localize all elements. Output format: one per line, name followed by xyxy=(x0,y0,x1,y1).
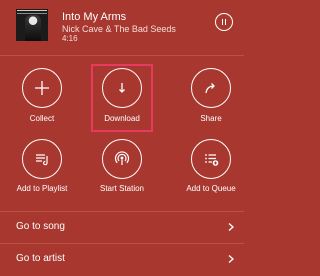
chevron-right-icon xyxy=(228,223,234,231)
add-to-playlist-icon[interactable] xyxy=(22,139,62,179)
add-to-queue-icon[interactable] xyxy=(191,139,231,179)
track-artist: Nick Cave & The Bad Seeds xyxy=(62,24,176,34)
track-duration: 4:16 xyxy=(62,34,78,43)
track-title: Into My Arms xyxy=(62,11,127,23)
add-to-queue-label: Add to Queue xyxy=(186,184,236,193)
station-icon[interactable] xyxy=(102,139,142,179)
share-label: Share xyxy=(200,114,222,123)
go-to-song-row[interactable]: Go to song xyxy=(0,212,244,242)
add-to-playlist-label: Add to Playlist xyxy=(16,184,68,193)
now-playing-header: Into My Arms Nick Cave & The Bad Seeds 4… xyxy=(0,0,244,44)
plus-icon[interactable] xyxy=(22,68,62,108)
go-to-artist-label: Go to artist xyxy=(16,253,65,264)
download-highlight-box xyxy=(91,64,153,132)
collect-label: Collect xyxy=(29,114,55,123)
go-to-song-label: Go to song xyxy=(16,221,65,232)
pause-button[interactable] xyxy=(215,13,233,31)
header-divider xyxy=(0,55,244,56)
go-to-artist-row[interactable]: Go to artist xyxy=(0,244,244,274)
start-station-label: Start Station xyxy=(99,184,145,193)
chevron-right-icon xyxy=(228,255,234,263)
share-icon[interactable] xyxy=(191,68,231,108)
album-art xyxy=(16,9,48,41)
